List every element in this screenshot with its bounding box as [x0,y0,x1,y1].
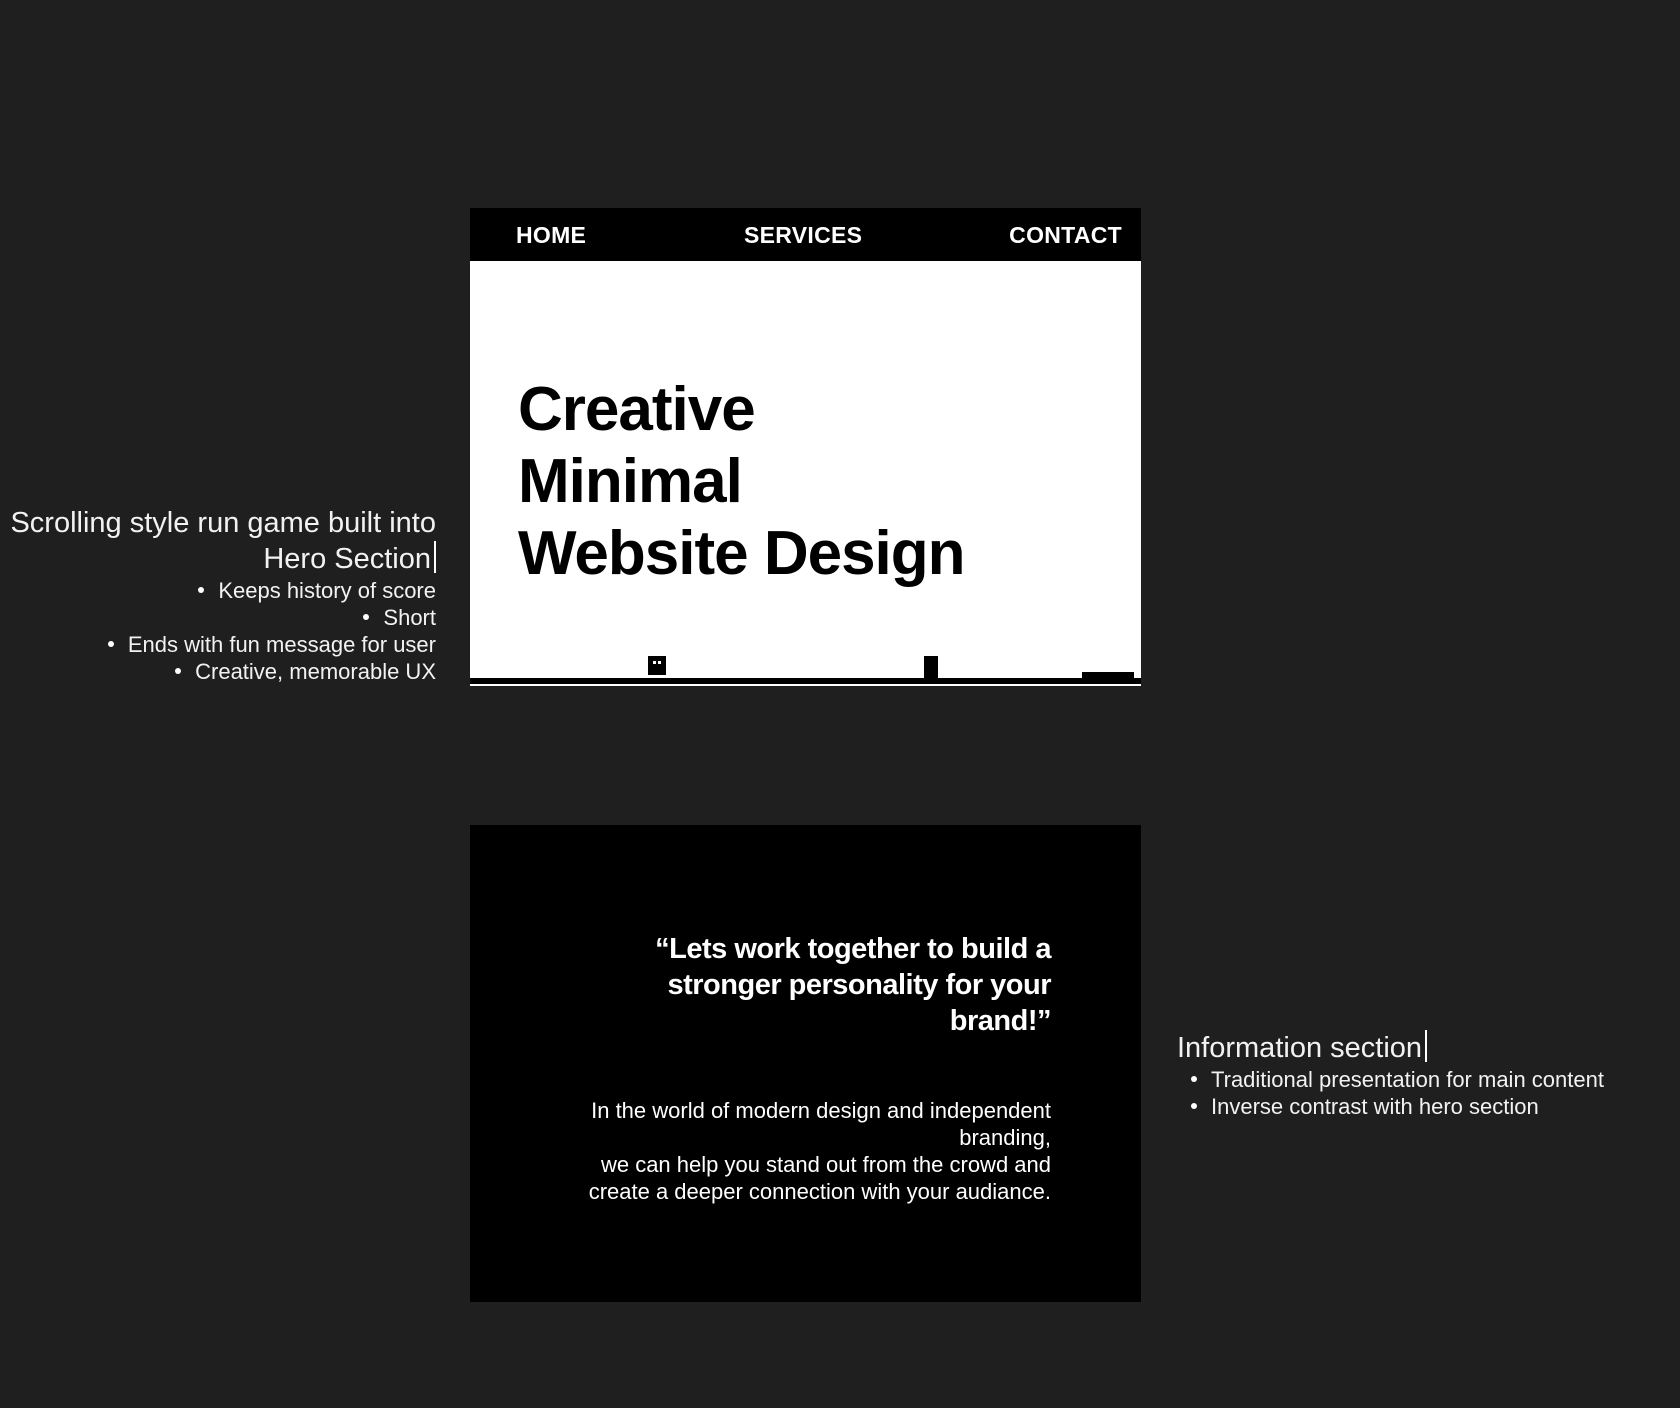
info-annotation: Information section Traditional presenta… [1177,1030,1657,1120]
headline-line: Creative [518,375,756,444]
list-item: Creative, memorable UX [0,658,436,685]
list-item: Short [0,604,436,631]
hero-annotation-list: Keeps history of score Short Ends with f… [0,577,436,685]
player-eye [653,661,656,664]
text-cursor-icon [434,541,436,573]
info-body-paragraph: we can help you stand out from the crowd… [588,1152,1051,1204]
list-item: Ends with fun message for user [0,631,436,658]
info-section: “Lets work together to build a stronger … [470,825,1141,1302]
game-ground [470,678,1141,684]
list-item: Inverse contrast with hero section [1177,1093,1657,1120]
hero-section: HOME SERVICES CONTACT Creative Minimal W… [470,208,1141,686]
headline-line: Minimal [518,447,743,516]
text-cursor-icon [1425,1030,1428,1062]
top-nav: HOME SERVICES CONTACT [470,208,1141,261]
bullet-icon [198,587,205,594]
bullet-icon [175,668,182,675]
nav-services-link[interactable]: SERVICES [744,222,862,248]
hero-annotation: Scrolling style run game built into Hero… [0,505,436,685]
bullet-icon [363,614,370,621]
info-annotation-list: Traditional presentation for main conten… [1177,1066,1657,1120]
player-eye [658,661,661,664]
obstacle-icon [924,656,938,680]
bullet-icon [1191,1103,1197,1110]
headline-line: Website Design [518,519,966,588]
info-quote: “Lets work together to build a stronger … [655,933,1051,1037]
hero-headline: Creative Minimal Website Design [518,374,966,590]
nav-contact-link[interactable]: CONTACT [1009,222,1122,248]
info-body-paragraph: In the world of modern design and indepe… [591,1098,1051,1150]
info-body: In the world of modern design and indepe… [581,1097,1051,1205]
list-item: Keeps history of score [0,577,436,604]
bullet-icon [1191,1076,1197,1083]
nav-home-link[interactable]: HOME [516,222,586,248]
bullet-icon [107,641,114,648]
hero-annotation-title: Scrolling style run game built into Hero… [10,507,436,575]
player-icon[interactable] [648,656,666,675]
info-annotation-title: Information section [1177,1030,1657,1066]
list-item: Traditional presentation for main conten… [1177,1066,1657,1093]
